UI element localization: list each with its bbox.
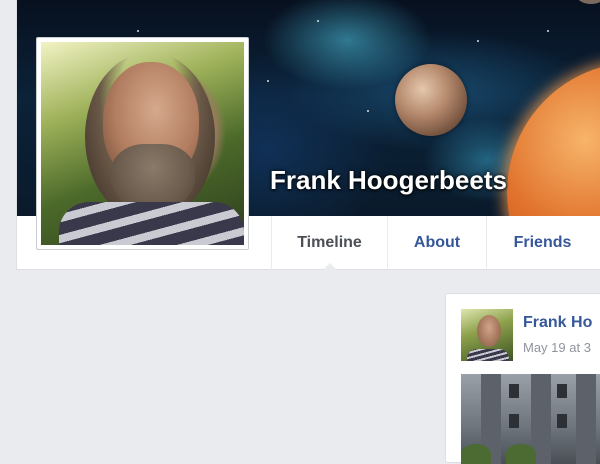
post-author-avatar[interactable] [461,309,513,361]
star-decoration [477,40,479,42]
building-window [509,384,519,398]
building-window [557,414,567,428]
mars-planet-image [507,62,600,216]
post-photo[interactable] [461,374,600,464]
active-tab-caret-icon [321,263,338,271]
post-author-link[interactable]: Frank Ho [523,314,592,332]
star-decoration [547,30,549,32]
post-avatar-shirt [467,349,509,361]
planet-small-image [577,0,600,4]
tab-friends-label: Friends [513,234,572,251]
moon-planet-image [395,64,467,136]
star-decoration [317,20,319,22]
tab-about[interactable]: About [387,216,486,270]
building-window [509,414,519,428]
tab-timeline[interactable]: Timeline [271,216,387,271]
profile-name[interactable]: Frank Hoogerbeets [270,165,507,196]
tab-friends[interactable]: Friends [486,216,598,270]
tree [506,444,536,464]
timeline-post: Frank Ho May 19 at 3 [445,293,600,464]
tab-timeline-label: Timeline [297,234,362,251]
building-column [576,374,596,464]
post-timestamp[interactable]: May 19 at 3 [523,340,591,355]
star-decoration [267,80,269,82]
avatar-shirt [59,202,244,245]
profile-picture[interactable] [36,37,249,250]
profile-nav-tabs: Timeline About Friends [271,216,598,271]
post-avatar-face [477,315,501,347]
star-decoration [137,30,139,32]
tab-about-label: About [413,234,461,251]
avatar [41,42,244,245]
building-window [557,384,567,398]
star-decoration [367,110,369,112]
tree [461,444,491,464]
